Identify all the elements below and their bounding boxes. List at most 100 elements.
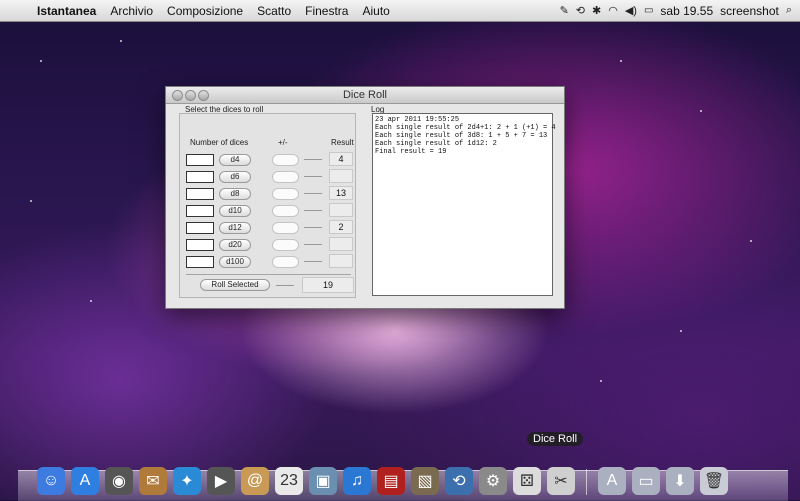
volume-icon[interactable]: ◀)	[625, 4, 637, 17]
safari-icon[interactable]: ✦	[173, 467, 201, 495]
status-area: ✎ ⟲ ✱ ◠ ◀) ▭ sab 19.55 screenshot ⌕	[560, 4, 800, 18]
menu-scatto[interactable]: Scatto	[250, 4, 298, 18]
modifier-input-d8[interactable]	[272, 188, 299, 200]
separator-dash	[304, 244, 322, 245]
separator-dash	[304, 210, 322, 211]
preview-icon[interactable]: ▣	[309, 467, 337, 495]
header-modifier: +/-	[278, 138, 288, 147]
time-machine-status-icon[interactable]: ⟲	[576, 4, 585, 17]
result-d6	[329, 169, 353, 183]
iphoto-icon[interactable]: ▧	[411, 467, 439, 495]
bluetooth-icon[interactable]: ✱	[592, 4, 601, 17]
dice-row-d6: d6	[186, 169, 353, 185]
die-button-d4[interactable]: d4	[219, 154, 251, 166]
result-d10	[329, 203, 353, 217]
result-d12: 2	[329, 220, 353, 234]
battery-icon[interactable]: ▭	[644, 5, 653, 16]
menu-archivio[interactable]: Archivio	[103, 4, 160, 18]
modifier-input-d10[interactable]	[272, 205, 299, 217]
die-button-d20[interactable]: d20	[219, 239, 251, 251]
system-preferences-icon[interactable]: ⚙	[479, 467, 507, 495]
roll-selected-button[interactable]: Roll Selected	[200, 279, 270, 291]
dice-row-d12: d12 2	[186, 220, 353, 236]
script-menu-icon[interactable]: ✎	[560, 4, 569, 17]
menu-finestra[interactable]: Finestra	[298, 4, 355, 18]
menu-composizione[interactable]: Composizione	[160, 4, 250, 18]
menubar: Istantanea Archivio Composizione Scatto …	[0, 0, 800, 22]
die-button-d10[interactable]: d10	[219, 205, 251, 217]
time-machine-icon[interactable]: ⟲	[445, 467, 473, 495]
modifier-input-d100[interactable]	[272, 256, 299, 268]
result-d20	[329, 237, 353, 251]
separator-dash	[304, 176, 322, 177]
separator-dash	[304, 159, 322, 160]
dice-roll-window: Dice Roll Select the dices to roll Numbe…	[165, 86, 565, 309]
facetime-icon[interactable]: ▶	[207, 467, 235, 495]
documents-stack-icon[interactable]: ▭	[632, 467, 660, 495]
die-button-d100[interactable]: d100	[219, 256, 251, 268]
die-button-d12[interactable]: d12	[219, 222, 251, 234]
minimize-button[interactable]	[185, 90, 196, 101]
close-button[interactable]	[172, 90, 183, 101]
final-result-box: 19	[302, 277, 354, 293]
count-input-d8[interactable]	[186, 188, 214, 200]
app-store-icon[interactable]: A	[71, 467, 99, 495]
log-line: Each single result of 3d8: 1 + 5 + 7 = 1…	[375, 132, 548, 140]
dice-row-d4: d4 4	[186, 152, 353, 168]
zoom-button[interactable]	[198, 90, 209, 101]
mail-icon[interactable]: ✉	[139, 467, 167, 495]
die-button-d6[interactable]: d6	[219, 171, 251, 183]
count-input-d6[interactable]	[186, 171, 214, 183]
menubar-user[interactable]: screenshot	[720, 4, 779, 18]
modifier-input-d6[interactable]	[272, 171, 299, 183]
itunes-icon[interactable]: ♫	[343, 467, 371, 495]
dice-row-d8: d8 13	[186, 186, 353, 202]
result-d8: 13	[329, 186, 353, 200]
dice-roll-icon[interactable]: ⚄	[513, 467, 541, 495]
ical-icon[interactable]: 23	[275, 467, 303, 495]
menubar-clock[interactable]: sab 19.55	[660, 4, 713, 18]
separator-dash	[304, 193, 322, 194]
downloads-stack-icon[interactable]: ⬇	[666, 467, 694, 495]
window-titlebar[interactable]: Dice Roll	[166, 87, 564, 104]
count-input-d12[interactable]	[186, 222, 214, 234]
spotlight-icon[interactable]: ⌕	[786, 4, 792, 17]
result-d4: 4	[329, 152, 353, 166]
dice-row-d100: d100	[186, 254, 353, 270]
log-line: Each single result of 1d12: 2	[375, 140, 497, 148]
count-input-d4[interactable]	[186, 154, 214, 166]
panel-divider	[186, 274, 351, 275]
window-title: Dice Roll	[342, 89, 387, 101]
photo-booth-icon[interactable]: ▤	[377, 467, 405, 495]
header-count: Number of dices	[190, 138, 249, 147]
dock: ☺ A ◉ ✉ ✦ ▶ @23 ▣ ♫ ▤ ▧ ⟲ ⚙ ⚄ ✂ A ▭ ⬇ 🗑	[27, 458, 789, 500]
dashboard-icon[interactable]: ◉	[105, 467, 133, 495]
log-line: Each single result of 2d4+1: 2 + 1 (+1) …	[375, 124, 556, 132]
trash-icon[interactable]: 🗑	[700, 467, 728, 495]
dice-row-d20: d20	[186, 237, 353, 253]
dice-row-d10: d10	[186, 203, 353, 219]
wifi-icon[interactable]: ◠	[608, 4, 618, 17]
modifier-input-d12[interactable]	[272, 222, 299, 234]
menu-app-name[interactable]: Istantanea	[30, 4, 103, 18]
finder-icon[interactable]: ☺	[37, 467, 65, 495]
applications-stack-icon[interactable]: A	[598, 467, 626, 495]
separator-dash	[276, 285, 294, 286]
log-line: Final result = 19	[375, 148, 447, 156]
log-line: 23 apr 2011 19:55:25	[375, 116, 460, 124]
menu-aiuto[interactable]: Aiuto	[355, 4, 396, 18]
count-input-d100[interactable]	[186, 256, 214, 268]
separator-dash	[304, 261, 322, 262]
header-result: Result	[331, 138, 354, 147]
dock-tooltip: Dice Roll	[527, 432, 584, 446]
address-book-icon[interactable]: @	[241, 467, 269, 495]
count-input-d10[interactable]	[186, 205, 214, 217]
die-button-d8[interactable]: d8	[219, 188, 251, 200]
count-input-d20[interactable]	[186, 239, 214, 251]
dock-separator	[586, 469, 587, 495]
modifier-input-d4[interactable]	[272, 154, 299, 166]
script-editor-icon[interactable]: ✂	[547, 467, 575, 495]
log-textarea[interactable]: 23 apr 2011 19:55:25 Each single result …	[372, 113, 556, 296]
result-d100	[329, 254, 353, 268]
modifier-input-d20[interactable]	[272, 239, 299, 251]
